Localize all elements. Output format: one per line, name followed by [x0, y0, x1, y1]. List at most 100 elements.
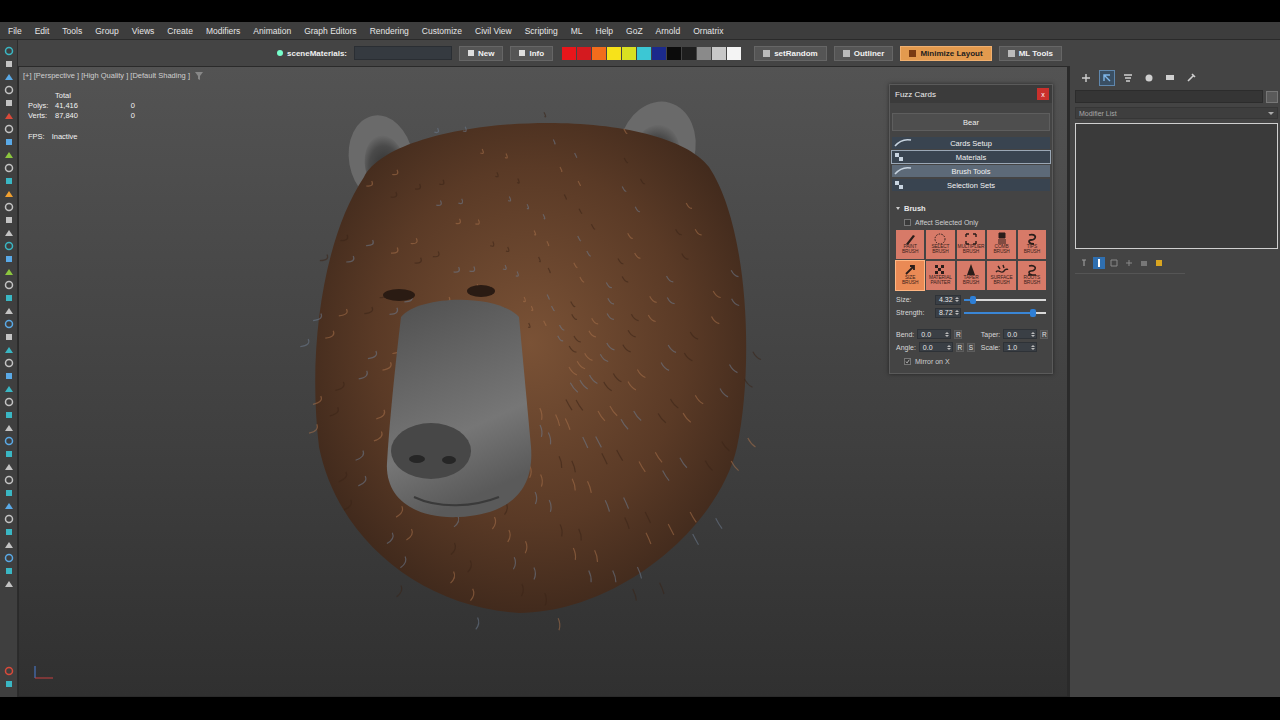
menu-item[interactable]: Views: [132, 26, 155, 36]
object-name-field[interactable]: [1075, 90, 1263, 103]
command-tab[interactable]: [1099, 70, 1115, 86]
object-color[interactable]: [1266, 91, 1278, 103]
brush-button[interactable]: PAINT BRUSH: [896, 230, 924, 259]
color-swatch[interactable]: [712, 47, 726, 60]
tool-icon[interactable]: [4, 267, 14, 277]
close-button[interactable]: x: [1037, 88, 1049, 100]
tool-icon[interactable]: [4, 176, 14, 186]
tool-icon[interactable]: [4, 666, 14, 676]
command-tab[interactable]: [1078, 70, 1094, 86]
tool-icon[interactable]: [4, 280, 14, 290]
tool-icon[interactable]: [4, 46, 14, 56]
color-swatch[interactable]: [577, 47, 591, 60]
stack-tool[interactable]: [1093, 257, 1105, 269]
toolbar-button[interactable]: setRandom: [754, 46, 827, 61]
slider[interactable]: [964, 299, 1046, 301]
tool-icon[interactable]: [4, 397, 14, 407]
viewport-label[interactable]: [+] [Perspective ] [High Quality ] [Defa…: [23, 71, 203, 80]
menu-item[interactable]: Create: [167, 26, 193, 36]
slider[interactable]: [964, 312, 1046, 314]
tool-icon[interactable]: [4, 137, 14, 147]
tool-icon[interactable]: [4, 254, 14, 264]
rollout-button[interactable]: Cards Setup: [892, 137, 1050, 149]
brush-button[interactable]: TIPS BRUSH: [1018, 230, 1046, 259]
menu-item[interactable]: Rendering: [370, 26, 409, 36]
color-swatch[interactable]: [607, 47, 621, 60]
tool-icon[interactable]: [4, 163, 14, 173]
toolbar-button[interactable]: ML Tools: [999, 46, 1062, 61]
tool-icon[interactable]: [4, 384, 14, 394]
command-tab[interactable]: [1183, 70, 1199, 86]
color-swatch[interactable]: [667, 47, 681, 60]
tool-icon[interactable]: [4, 202, 14, 212]
stack-tool[interactable]: [1123, 257, 1135, 269]
color-swatch[interactable]: [637, 47, 651, 60]
menu-item[interactable]: GoZ: [626, 26, 643, 36]
stack-tool[interactable]: [1108, 257, 1120, 269]
tool-icon[interactable]: [4, 371, 14, 381]
spinner-field[interactable]: 1.0: [1003, 342, 1037, 352]
brush-button[interactable]: SELECT BRUSH: [926, 230, 954, 259]
tool-icon[interactable]: [4, 293, 14, 303]
command-tab[interactable]: [1120, 70, 1136, 86]
stack-tool[interactable]: [1153, 257, 1165, 269]
color-swatch[interactable]: [622, 47, 636, 60]
brush-button[interactable]: SURFACE BRUSH: [987, 261, 1015, 290]
spinner-field[interactable]: 8.72: [935, 308, 961, 318]
preset-button[interactable]: Bear: [892, 113, 1050, 131]
tool-icon[interactable]: [4, 423, 14, 433]
reset-button[interactable]: R: [956, 343, 964, 352]
tool-icon[interactable]: [4, 449, 14, 459]
tool-icon[interactable]: [4, 436, 14, 446]
menu-item[interactable]: Arnold: [656, 26, 681, 36]
tool-icon[interactable]: [4, 241, 14, 251]
tool-icon[interactable]: [4, 215, 14, 225]
tool-icon[interactable]: [4, 358, 14, 368]
tool-icon[interactable]: [4, 59, 14, 69]
rollout-button[interactable]: Materials: [892, 151, 1050, 163]
tool-icon[interactable]: [4, 579, 14, 589]
menu-item[interactable]: Civil View: [475, 26, 512, 36]
window-title-bar[interactable]: Fuzz Cardsx: [890, 85, 1052, 103]
spinner-field[interactable]: 0.0: [919, 342, 953, 352]
color-swatch[interactable]: [592, 47, 606, 60]
menu-item[interactable]: ML: [571, 26, 583, 36]
menu-item[interactable]: File: [8, 26, 22, 36]
tool-icon[interactable]: [4, 72, 14, 82]
brush-button[interactable]: ROOTS BRUSH: [1018, 261, 1046, 290]
reset-button[interactable]: R: [954, 330, 962, 339]
tool-icon[interactable]: [4, 332, 14, 342]
menu-item[interactable]: Tools: [62, 26, 82, 36]
toolbar-button[interactable]: Info: [510, 46, 553, 61]
tool-icon[interactable]: [4, 306, 14, 316]
tool-icon[interactable]: [4, 98, 14, 108]
color-swatch[interactable]: [682, 47, 696, 60]
mirror-checkbox[interactable]: Mirror on X: [890, 356, 1052, 367]
menu-item[interactable]: Graph Editors: [304, 26, 356, 36]
menu-item[interactable]: Ornatrix: [693, 26, 723, 36]
brush-button[interactable]: MATERIAL PAINTER: [926, 261, 954, 290]
toolbar-button[interactable]: New: [459, 46, 503, 61]
tool-icon[interactable]: [4, 319, 14, 329]
spinner-field[interactable]: 4.32: [935, 295, 961, 305]
rollout-button[interactable]: Brush Tools: [892, 165, 1050, 177]
brush-button[interactable]: COMB BRUSH: [987, 230, 1015, 259]
scene-materials-field[interactable]: [354, 46, 452, 60]
menu-item[interactable]: Group: [95, 26, 119, 36]
reset-button[interactable]: S: [967, 343, 975, 352]
affect-selected-checkbox[interactable]: Affect Selected Only: [890, 217, 1052, 228]
filter-icon[interactable]: [195, 72, 203, 80]
tool-icon[interactable]: [4, 553, 14, 563]
tool-icon[interactable]: [4, 85, 14, 95]
rollout-button[interactable]: Selection Sets: [892, 179, 1050, 191]
tool-icon[interactable]: [4, 228, 14, 238]
modifier-list-dropdown[interactable]: Modifier List: [1075, 107, 1278, 119]
tool-icon[interactable]: [4, 488, 14, 498]
stack-tool[interactable]: [1078, 257, 1090, 269]
command-tab[interactable]: [1162, 70, 1178, 86]
menu-item[interactable]: Scripting: [525, 26, 558, 36]
toolbar-button[interactable]: Minimize Layout: [900, 46, 991, 61]
tool-icon[interactable]: [4, 462, 14, 472]
color-swatch[interactable]: [727, 47, 741, 60]
toolbar-button[interactable]: Outliner: [834, 46, 894, 61]
